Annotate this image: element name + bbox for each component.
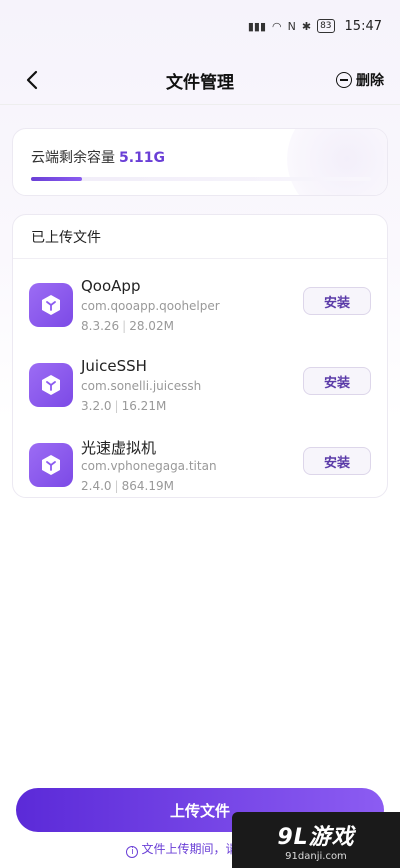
cube-icon: [42, 295, 60, 315]
app-cube-icon: [29, 363, 73, 407]
app-package: com.sonelli.juicessh: [81, 379, 202, 393]
cube-icon: [42, 375, 60, 395]
install-button[interactable]: 安装: [303, 367, 371, 395]
nfc-icon: N: [287, 19, 296, 33]
app-version: 2.4.0: [81, 479, 112, 493]
storage-label: 云端剩余容量: [31, 150, 115, 166]
install-button[interactable]: 安装: [303, 447, 371, 475]
app-meta: 3.2.0 | 16.21M: [81, 399, 166, 413]
status-bar: ▮▮▮ ◠ N ✱ 83 15:47: [0, 0, 400, 52]
delete-label: 删除: [356, 73, 384, 89]
cube-icon: [42, 455, 60, 475]
app-name: QooApp: [81, 277, 141, 295]
app-version: 8.3.26: [81, 319, 120, 333]
storage-progress-track: [31, 177, 371, 181]
status-time: 15:47: [344, 18, 382, 34]
minus-circle-icon: [336, 72, 352, 88]
files-header: 已上传文件: [13, 215, 387, 259]
watermark-url: 91danji.com: [285, 850, 347, 862]
app-meta: 2.4.0 | 864.19M: [81, 479, 174, 493]
storage-text: 云端剩余容量 5.11G: [31, 147, 369, 167]
signal-icon: ▮▮▮: [247, 19, 267, 33]
app-meta: 8.3.26 | 28.02M: [81, 319, 174, 333]
meta-separator: |: [122, 319, 127, 333]
app-size: 16.21M: [121, 399, 167, 413]
app-package: com.qooapp.qoohelper: [81, 299, 220, 313]
watermark-logo: 9L游戏 91danji.com: [232, 812, 400, 868]
install-button[interactable]: 安装: [303, 287, 371, 315]
nav-bar: 文件管理 删除: [0, 56, 400, 104]
file-row: 光速虚拟机 com.vphonegaga.titan 2.4.0 | 864.19M…: [13, 433, 389, 513]
app-version: 3.2.0: [81, 399, 112, 413]
status-icons: ▮▮▮ ◠ N ✱ 83: [248, 19, 335, 33]
file-row: QooApp com.qooapp.qoohelper 8.3.26 | 28.02…: [13, 273, 389, 353]
meta-separator: |: [114, 479, 119, 493]
storage-card: 云端剩余容量 5.11G: [12, 128, 388, 196]
storage-progress-fill: [31, 177, 82, 181]
app-cube-icon: [29, 283, 73, 327]
wifi-icon: ◠: [272, 19, 282, 33]
app-size: 864.19M: [121, 479, 174, 493]
bluetooth-icon: ✱: [301, 19, 312, 33]
battery-icon: 83: [317, 19, 335, 33]
watermark-brand: 9L游戏: [277, 824, 355, 850]
uploaded-files-card: 已上传文件 QooApp com.qooapp.qoohelper 8.3.26…: [12, 214, 388, 498]
info-icon: i: [126, 846, 139, 858]
nav-divider: [0, 104, 400, 105]
app-name: 光速虚拟机: [81, 439, 157, 457]
app-size: 28.02M: [129, 319, 174, 333]
storage-value: 5.11G: [119, 150, 166, 166]
meta-separator: |: [114, 399, 119, 413]
app-cube-icon: [29, 443, 73, 487]
app-name: JuiceSSH: [81, 357, 147, 375]
app-package: com.vphonegaga.titan: [81, 459, 217, 473]
file-row: JuiceSSH com.sonelli.juicessh 3.2.0 | 16.2…: [13, 353, 389, 433]
delete-button[interactable]: 删除: [336, 70, 384, 90]
